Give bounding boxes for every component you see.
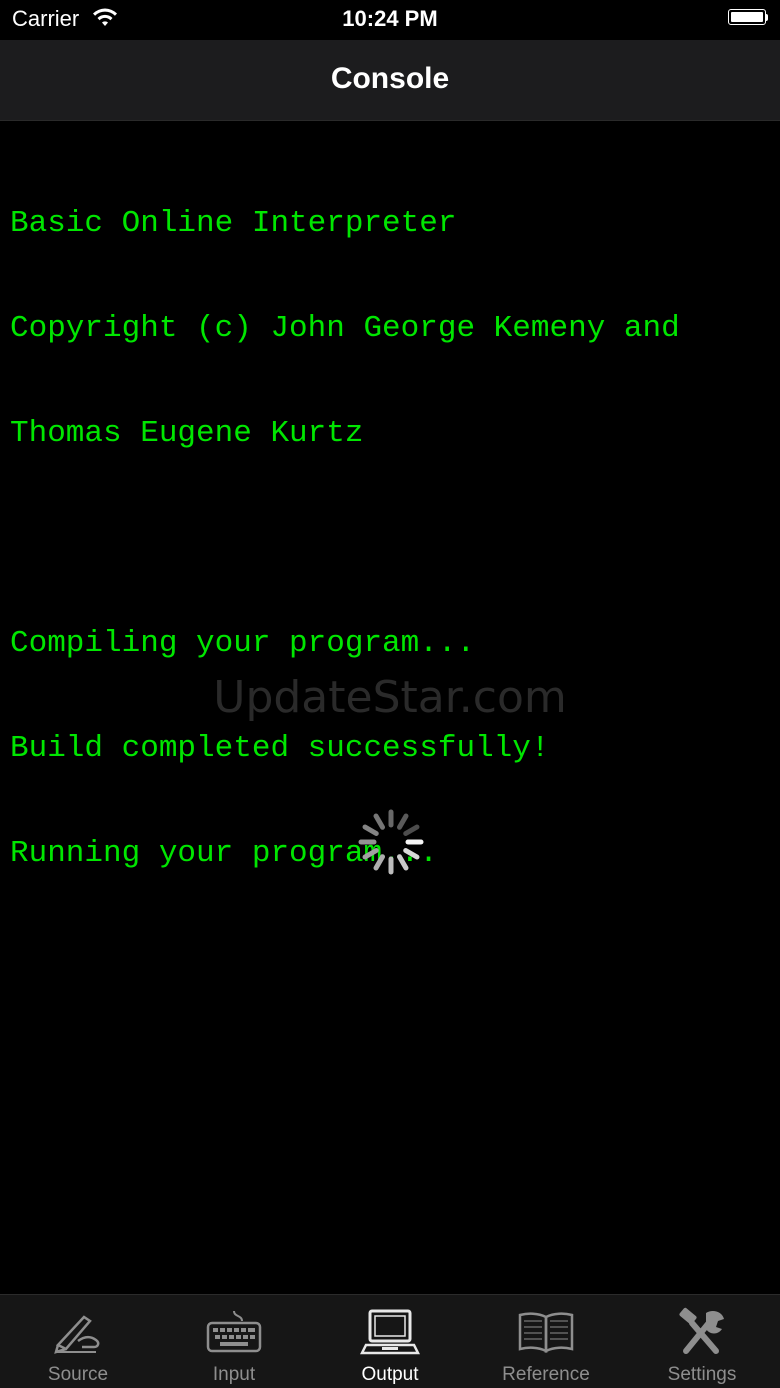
computer-icon: [359, 1307, 421, 1357]
battery-icon: [728, 9, 768, 27]
console-output: Basic Online Interpreter Copyright (c) J…: [10, 136, 770, 906]
console-line: Compiling your program...: [10, 626, 476, 661]
console-line: Build completed successfully!: [10, 731, 550, 766]
tab-bar: Source Input Output Reference Settings: [0, 1294, 780, 1388]
status-bar: Carrier 10:24 PM: [0, 0, 780, 40]
spinner-spoke: [403, 824, 420, 836]
spinner-spoke: [397, 813, 409, 830]
spinner-spoke: [373, 854, 385, 871]
pen-icon: [48, 1307, 108, 1357]
tab-label: Output: [361, 1364, 419, 1385]
status-time: 10:24 PM: [342, 6, 438, 31]
tab-label: Reference: [502, 1364, 590, 1385]
loading-spinner-icon: [358, 809, 424, 875]
keyboard-icon: [204, 1307, 264, 1357]
tab-input[interactable]: Input: [156, 1295, 312, 1388]
tab-source[interactable]: Source: [0, 1295, 156, 1388]
spinner-spoke: [362, 848, 379, 860]
console-line: Basic Online Interpreter: [10, 206, 457, 241]
tab-output[interactable]: Output: [312, 1295, 468, 1388]
navigation-bar: Console: [0, 40, 780, 121]
tab-label: Settings: [667, 1364, 737, 1385]
spinner-spoke: [397, 854, 409, 871]
page-title: Console: [330, 62, 450, 95]
watermark: UpdateStar.com: [213, 672, 567, 723]
spinner-spoke: [373, 813, 385, 830]
tab-label: Input: [212, 1364, 256, 1385]
console-line: Thomas Eugene Kurtz: [10, 416, 364, 451]
spinner-spoke: [403, 848, 420, 860]
tab-settings[interactable]: Settings: [624, 1295, 780, 1388]
spinner-spoke: [362, 824, 379, 836]
tab-label: Source: [47, 1364, 109, 1385]
tab-reference[interactable]: Reference: [468, 1295, 624, 1388]
tools-icon: [672, 1307, 732, 1357]
console-line: Copyright (c) John George Kemeny and: [10, 311, 680, 346]
book-icon: [516, 1307, 576, 1357]
